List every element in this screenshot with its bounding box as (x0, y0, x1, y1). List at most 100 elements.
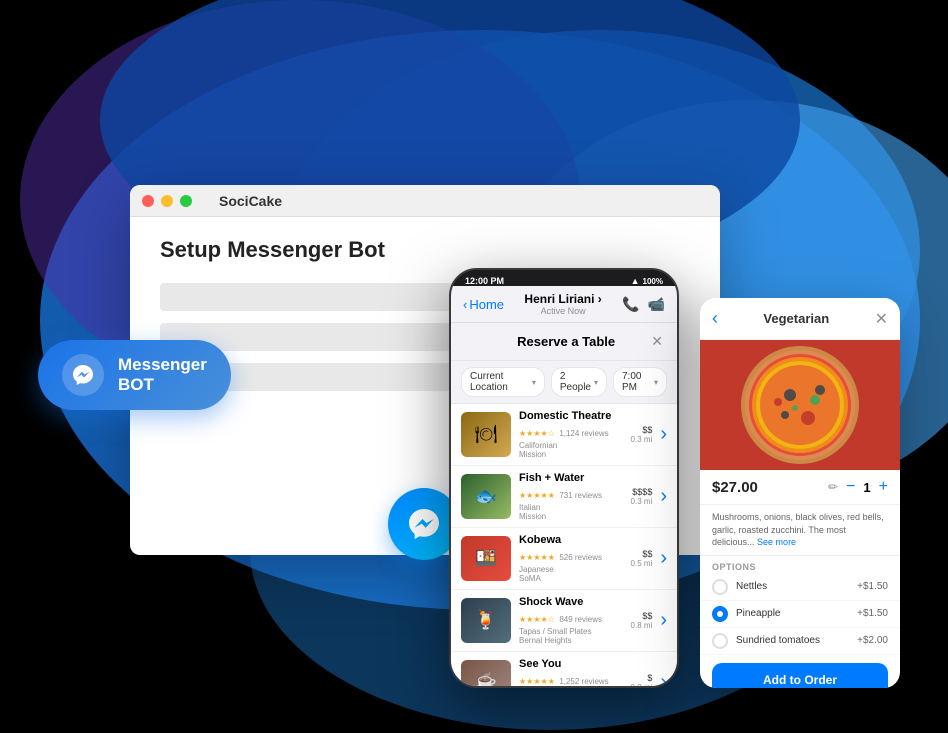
restaurant-location-shock: Bernal Heights (519, 636, 623, 645)
option-radio-nettles[interactable] (712, 579, 728, 595)
see-more-link[interactable]: See more (757, 537, 796, 547)
quantity-decrease-button[interactable]: − (846, 478, 855, 496)
window-minimize-dot[interactable] (161, 195, 173, 207)
list-item[interactable]: 🍹 Shock Wave ★★★★☆ 849 reviews Tapas / S… (451, 590, 677, 652)
browser-titlebar: SociCake (130, 185, 720, 217)
location-domestic: Mission (519, 450, 546, 459)
phone-video-icon[interactable]: 📹 (648, 296, 665, 313)
price-fish: $$$$ (631, 487, 653, 497)
restaurant-info-domestic: Domestic Theatre ★★★★☆ 1,124 reviews Cal… (519, 410, 623, 459)
phone-back-label: Home (469, 297, 504, 312)
pizza-image (700, 340, 900, 470)
restaurant-info-kobewa: Kobewa ★★★★★ 526 reviews Japanese SoMA (519, 534, 623, 583)
restaurant-name-kobewa: Kobewa (519, 534, 623, 546)
list-item[interactable]: 🍱 Kobewa ★★★★★ 526 reviews Japanese SoMA… (451, 528, 677, 590)
stars-fish: ★★★★★ (519, 491, 555, 500)
battery-icon: 100% (643, 277, 663, 286)
messenger-bot-label: Messenger BOT (118, 355, 207, 396)
filter-time[interactable]: 7:00 PM ▾ (613, 367, 667, 397)
add-to-order-button[interactable]: Add to Order (712, 663, 888, 688)
restaurant-info-fish: Fish + Water ★★★★★ 731 reviews Italian M… (519, 472, 623, 521)
option-radio-pineapple[interactable] (712, 606, 728, 622)
filter-time-label: 7:00 PM (622, 371, 651, 393)
messenger-bot-button[interactable]: Messenger BOT (38, 340, 231, 410)
option-item-pineapple[interactable]: Pineapple +$1.50 (700, 601, 900, 628)
filter-location-label: Current Location (470, 371, 529, 393)
options-label: OPTIONS (700, 556, 900, 574)
reserve-modal-header: Reserve a Table ✕ (451, 323, 677, 361)
chevron-down-icon-2: ▾ (594, 378, 598, 387)
option-name-nettles: Nettles (736, 581, 849, 592)
stars-shock: ★★★★☆ (519, 615, 555, 624)
restaurant-meta-domestic: Californian (519, 441, 623, 450)
messenger-bot-label-line2: BOT (118, 375, 207, 395)
wifi-icon: ▲ (631, 276, 640, 286)
pizza-card-title: Vegetarian (763, 311, 829, 326)
distance-domestic: 0.3 mi (631, 435, 653, 444)
reserve-modal-close-button[interactable]: ✕ (651, 333, 663, 350)
distance-seeyou: 0.8 mi (631, 683, 653, 688)
price-shock: $$ (631, 611, 653, 621)
restaurant-info-shock: Shock Wave ★★★★☆ 849 reviews Tapas / Sma… (519, 596, 623, 645)
pizza-card-back-icon[interactable]: ‹ (712, 308, 718, 329)
location-kobewa: SoMA (519, 574, 541, 583)
location-fish: Mission (519, 512, 546, 521)
distance-shock: 0.8 mi (631, 621, 653, 630)
restaurant-meta-fish: Italian (519, 503, 623, 512)
phone-status-icons: ▲ 100% (631, 276, 663, 286)
pizza-card: ‹ Vegetarian ✕ $27.00 ✏ (700, 298, 900, 688)
filter-people[interactable]: 2 People ▾ (551, 367, 607, 397)
option-item-sundried[interactable]: Sundried tomatoes +$2.00 (700, 628, 900, 655)
cuisine-kobewa: Japanese (519, 565, 554, 574)
list-item[interactable]: 🐟 Fish + Water ★★★★★ 731 reviews Italian… (451, 466, 677, 528)
distance-kobewa: 0.5 mi (631, 559, 653, 568)
cuisine-shock: Tapas / Small Plates (519, 627, 591, 636)
quantity-increase-button[interactable]: + (879, 478, 888, 496)
arrow-right-icon-fish: › (660, 485, 667, 508)
phone-mockup: 12:00 PM ▲ 100% ‹ Home Henri Liriani › A… (449, 268, 679, 688)
pizza-price-row: $27.00 ✏ − 1 + (700, 470, 900, 505)
window-close-dot[interactable] (142, 195, 154, 207)
restaurant-image-fish: 🐟 (461, 474, 511, 519)
option-name-sundried: Sundried tomatoes (736, 635, 849, 646)
chevron-left-icon: ‹ (463, 297, 467, 312)
reviews-domestic: 1,124 reviews (559, 429, 608, 438)
price-dist-fish: $$$$ 0.3 mi (631, 487, 653, 506)
phone-header: ‹ Home Henri Liriani › Active Now 📞 📹 (451, 286, 677, 323)
option-radio-sundried[interactable] (712, 633, 728, 649)
stars-kobewa: ★★★★★ (519, 553, 555, 562)
stars-seeyou: ★★★★★ (519, 677, 555, 686)
restaurant-info-seeyou: See You ★★★★★ 1,252 reviews American Mis… (519, 658, 623, 688)
filter-people-label: 2 People (560, 371, 591, 393)
messenger-bot-icon (62, 354, 104, 396)
phone-contact-name: Henri Liriani › (504, 292, 622, 306)
list-item[interactable]: 🍽 Domestic Theatre ★★★★☆ 1,124 reviews C… (451, 404, 677, 466)
stars-domestic: ★★★★☆ (519, 429, 555, 438)
reserve-filters: Current Location ▾ 2 People ▾ 7:00 PM ▾ (451, 361, 677, 404)
option-item-nettles[interactable]: Nettles +$1.50 (700, 574, 900, 601)
price-kobewa: $$ (631, 549, 653, 559)
price-seeyou: $ (631, 673, 653, 683)
cuisine-domestic: Californian (519, 441, 557, 450)
chevron-down-icon-3: ▾ (654, 378, 658, 387)
quantity-value: 1 (863, 480, 870, 495)
restaurant-name-fish: Fish + Water (519, 472, 623, 484)
phone-call-icon[interactable]: 📞 (622, 296, 639, 313)
restaurant-name-domestic: Domestic Theatre (519, 410, 623, 422)
location-shock: Bernal Heights (519, 636, 571, 645)
restaurant-name-shock: Shock Wave (519, 596, 623, 608)
phone-back-button[interactable]: ‹ Home (463, 297, 504, 312)
option-name-pineapple: Pineapple (736, 608, 849, 619)
price-dist-domestic: $$ 0.3 mi (631, 425, 653, 444)
pizza-description-text: Mushrooms, onions, black olives, red bel… (712, 512, 884, 547)
cuisine-fish: Italian (519, 503, 540, 512)
window-maximize-dot[interactable] (180, 195, 192, 207)
messenger-bot-label-line1: Messenger (118, 355, 207, 375)
pizza-card-header: ‹ Vegetarian ✕ (700, 298, 900, 340)
arrow-right-icon-domestic: › (660, 423, 667, 446)
pizza-card-close-button[interactable]: ✕ (875, 309, 888, 329)
list-item[interactable]: ☕ See You ★★★★★ 1,252 reviews American M… (451, 652, 677, 688)
restaurant-name-seeyou: See You (519, 658, 623, 670)
filter-location[interactable]: Current Location ▾ (461, 367, 545, 397)
reviews-kobewa: 526 reviews (559, 553, 602, 562)
